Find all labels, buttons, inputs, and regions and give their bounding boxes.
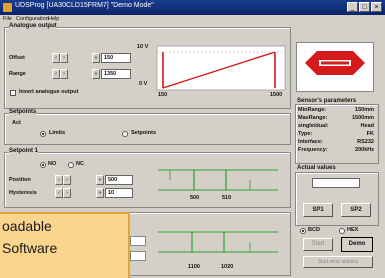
sp2-graph-x1-label: 1100 [188, 264, 200, 270]
window-title: UDSProg [UA30CLD15FRM7] "Demo Mode" [15, 2, 154, 9]
position-increment-button[interactable]: » [96, 175, 104, 185]
caption-overlay: oadable Software [0, 212, 130, 278]
app-icon [3, 3, 12, 12]
sensor-param-value: 150mm [355, 107, 374, 113]
sp1-button[interactable]: SP1 [303, 203, 333, 217]
offset-input[interactable]: 150 [101, 53, 131, 63]
setpoint2-input-partial[interactable] [130, 236, 146, 246]
sensor-param-value: 1500mm [351, 115, 374, 121]
hysteresis-input[interactable]: 10 [105, 188, 133, 198]
maximize-button[interactable]: □ [359, 2, 370, 12]
range-step-button[interactable]: › [60, 69, 68, 79]
sensor-param-value: Head [360, 123, 374, 129]
hex-radio[interactable] [339, 228, 345, 234]
app-window: UDSProg [UA30CLD15FRM7] "Demo Mode" _ □ … [0, 0, 385, 278]
actual-value-display [312, 178, 360, 188]
act-label: Act [12, 120, 21, 126]
caption-line-1: oadable [2, 218, 52, 234]
offset-step-button[interactable]: › [60, 53, 68, 63]
sp2-graph-x2-label: 1020 [221, 264, 234, 270]
demo-button[interactable]: Demo [341, 237, 373, 252]
sensor-param-value: FK [366, 131, 374, 137]
hysteresis-increment-button[interactable]: » [96, 188, 104, 198]
offset-increment-button[interactable]: » [92, 53, 100, 63]
hex-label: HEX [347, 227, 359, 233]
sensor-param-value: RS232 [357, 139, 374, 145]
invert-output-label: Invert analogue output [19, 89, 79, 95]
position-label: Position [9, 177, 31, 183]
sp2-button[interactable]: SP2 [341, 203, 371, 217]
range-decrement-button[interactable]: ‹ [52, 69, 60, 79]
offset-decrement-button[interactable]: ‹ [52, 53, 60, 63]
sensor-param-label: Type: [298, 131, 313, 137]
no-radio[interactable] [40, 162, 46, 168]
brand-logo [296, 42, 374, 92]
bcd-radio[interactable] [300, 228, 306, 234]
graph-x-high-label: 1500 [270, 92, 283, 98]
menu-file[interactable]: File [3, 16, 12, 22]
minimize-button[interactable]: _ [347, 2, 358, 12]
sp1-graph-x1-label: 500 [190, 195, 200, 201]
invert-output-checkbox[interactable] [10, 90, 16, 96]
sensor-param-value: 200kHz [355, 147, 374, 153]
hysteresis-label: Hysteresis [9, 190, 37, 196]
position-input[interactable]: 500 [105, 175, 133, 185]
limits-radio[interactable] [40, 131, 46, 137]
sensor-param-label: Frequency: [298, 147, 328, 153]
start-error-statistic-button[interactable]: Start error statistic [303, 256, 373, 268]
hysteresis-step-button[interactable]: › [63, 188, 71, 198]
menu-help[interactable]: Help [48, 16, 59, 22]
setpoints-label: Setpoints [131, 130, 157, 136]
setpoint1-graph [158, 169, 278, 191]
range-label: Range [9, 71, 26, 77]
analogue-output-title: Analogue output [9, 23, 57, 29]
actual-values-title: Actual values [297, 165, 336, 171]
setpoint2-input-partial[interactable] [130, 251, 146, 261]
graph-x-low-label: 150 [158, 92, 168, 98]
position-decrement-button[interactable]: ‹ [55, 175, 63, 185]
sensor-param-label: single/dual: [298, 123, 329, 129]
menu-configuration[interactable]: Configuration [16, 16, 49, 22]
position-step-button[interactable]: › [63, 175, 71, 185]
sensor-param-label: Interface: [298, 139, 323, 145]
sp1-graph-x2-label: 510 [222, 195, 232, 201]
bcd-label: BCD [308, 227, 320, 233]
nc-radio[interactable] [68, 162, 74, 168]
setpoint1-title: Setpoint 1 [9, 148, 39, 154]
close-button[interactable]: × [371, 2, 382, 12]
caption-line-2: Software [2, 240, 58, 256]
setpoints-radio[interactable] [122, 131, 128, 137]
logo-graphic [305, 51, 365, 75]
start-button[interactable]: Start [303, 238, 333, 251]
sensor-param-label: MinRange: [298, 107, 327, 113]
sensor-param-label: MaxRange: [298, 115, 328, 121]
nc-label: NC [76, 161, 84, 167]
setpoint2-graph [158, 231, 278, 253]
graph-y-high-label: 10 V [137, 44, 149, 50]
menu-bar: File Configuration Help [0, 15, 385, 24]
setpoints-group [4, 113, 291, 145]
setpoints-title: Setpoints [9, 109, 37, 115]
limits-label: Limits [49, 130, 66, 136]
graph-y-low-label: 0 V [139, 81, 148, 87]
range-input[interactable]: 1350 [101, 69, 131, 79]
hysteresis-decrement-button[interactable]: ‹ [55, 188, 63, 198]
title-bar: UDSProg [UA30CLD15FRM7] "Demo Mode" _ □ … [0, 0, 385, 15]
no-label: NO [48, 161, 57, 167]
range-increment-button[interactable]: » [92, 69, 100, 79]
offset-label: Offset [9, 55, 25, 61]
